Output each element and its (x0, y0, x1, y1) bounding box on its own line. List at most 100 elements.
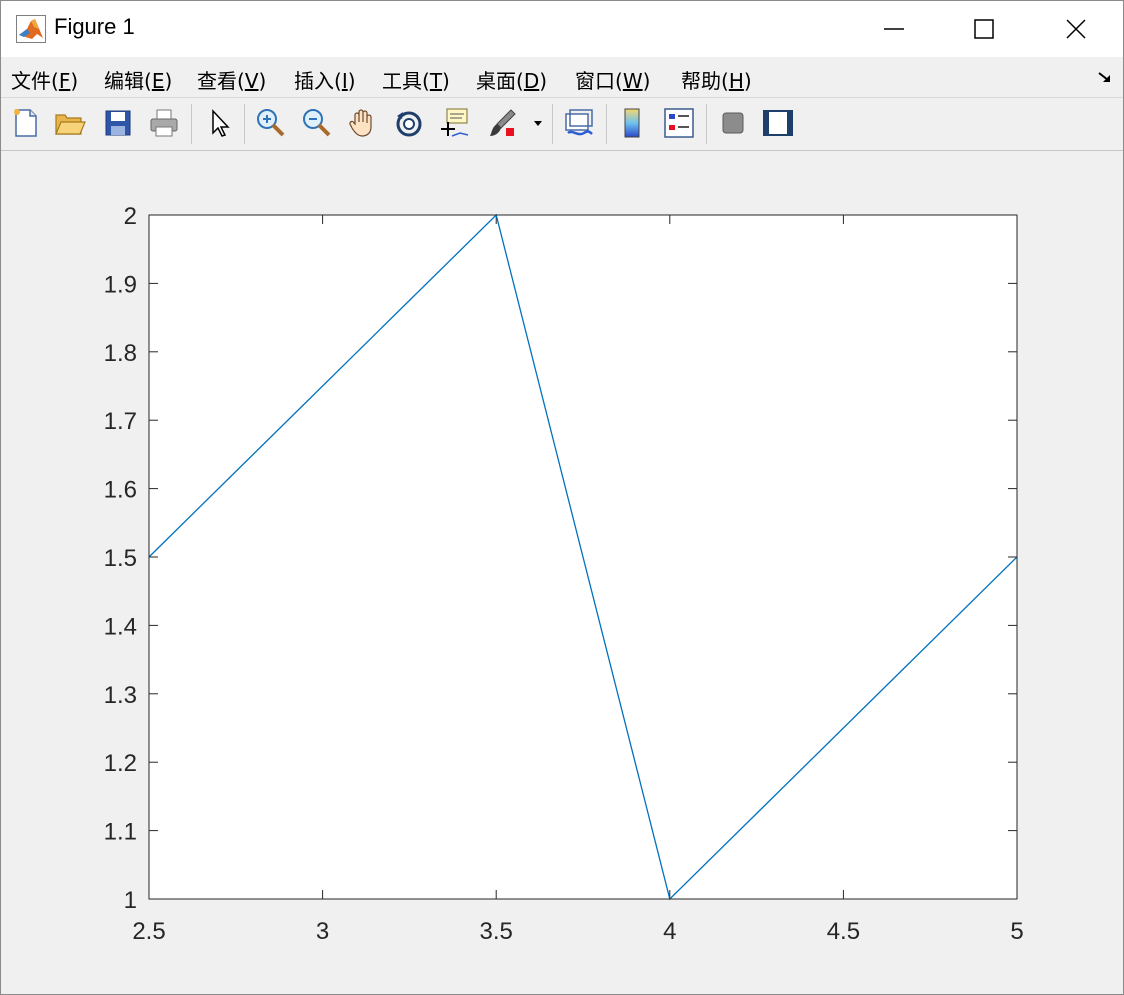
figure-toolbar (1, 98, 1123, 151)
window-title: Figure 1 (54, 14, 135, 39)
toolbar-separator (191, 104, 192, 144)
menu-insert[interactable]: 插入(I) (294, 65, 356, 94)
dock-arrow-icon[interactable] (1097, 70, 1113, 84)
legend-icon (664, 108, 694, 138)
link-plot-button[interactable] (562, 106, 596, 140)
brush-button[interactable] (486, 106, 520, 140)
figure-window: Figure 1 文件(F) 编辑(E) 查看(V) 插入(I) 工具(T) 桌… (0, 0, 1124, 995)
data-cursor-icon (441, 108, 469, 137)
menu-label: 工具( (382, 69, 430, 93)
zoom-out-icon (303, 109, 331, 137)
menu-label: 查看( (197, 69, 245, 93)
show-plot-tools-button[interactable] (761, 106, 795, 140)
menu-label: 编辑( (104, 69, 152, 93)
rotate-3d-icon (396, 111, 422, 137)
menu-label: 文件( (11, 69, 59, 93)
insert-legend-button[interactable] (662, 106, 696, 140)
menu-edit[interactable]: 编辑(E) (104, 65, 172, 94)
show-plot-tools-icon (763, 110, 793, 136)
print-icon (150, 109, 178, 137)
data-cursor-button[interactable] (438, 106, 472, 140)
menu-view[interactable]: 查看(V) (197, 65, 266, 94)
hide-plot-tools-button[interactable] (716, 106, 750, 140)
menu-label-end: ) (539, 69, 548, 93)
matlab-logo-icon (16, 15, 46, 43)
minimize-button[interactable] (871, 9, 917, 49)
title-bar[interactable]: Figure 1 (1, 1, 1123, 57)
menu-file[interactable]: 文件(F) (11, 65, 78, 94)
menu-label-end: ) (743, 69, 752, 93)
menu-desktop[interactable]: 桌面(D) (476, 65, 547, 94)
toolbar-separator (706, 104, 707, 144)
zoom-out-button[interactable] (300, 106, 334, 140)
x-tick-label: 4.5 (827, 918, 860, 945)
edit-plot-arrow-icon (212, 109, 230, 137)
dropdown-arrow-icon (534, 121, 542, 126)
menu-accelerator: H (728, 69, 744, 93)
toolbar-separator (552, 104, 553, 144)
save-icon (105, 110, 131, 136)
menu-window[interactable]: 窗口(W) (575, 65, 650, 94)
axes-plot[interactable]: 2.5 3 3.5 4 4.5 5 1 1.1 1.2 1.3 1.4 1.5 1.6 1.7 1.8 1.9… (1, 151, 1123, 994)
y-tick-label: 1.1 (104, 819, 137, 846)
menu-accelerator: D (523, 69, 540, 93)
y-tick-label: 1.7 (104, 408, 137, 435)
toolbar-separator (244, 104, 245, 144)
close-icon (1066, 19, 1086, 39)
pan-hand-icon (349, 109, 372, 137)
brush-dropdown-button[interactable] (528, 106, 548, 140)
y-tick-label: 1.2 (104, 750, 137, 777)
menu-label: 窗口( (575, 69, 623, 93)
zoom-in-button[interactable] (254, 106, 288, 140)
x-tick-label: 5 (1010, 918, 1023, 945)
menu-label: 桌面( (476, 69, 524, 93)
rotate-3d-button[interactable] (392, 106, 426, 140)
new-figure-icon (14, 109, 37, 137)
x-tick-label: 4 (663, 918, 676, 945)
zoom-in-icon (257, 109, 285, 137)
menu-accelerator: T (429, 69, 443, 93)
insert-colorbar-button[interactable] (616, 106, 650, 140)
print-button[interactable] (147, 106, 181, 140)
close-button[interactable] (1053, 9, 1099, 49)
y-tick-label: 1 (124, 887, 137, 914)
menu-label: 插入( (294, 69, 342, 93)
figure-canvas-area: 2.5 3 3.5 4 4.5 5 1 1.1 1.2 1.3 1.4 1.5 1.6 1.7 1.8 1.9… (1, 151, 1123, 994)
menu-label-end: ) (164, 69, 173, 93)
y-tick-label: 1.8 (104, 340, 137, 367)
maximize-button[interactable] (961, 9, 1007, 49)
y-tick-label: 1.6 (104, 477, 137, 504)
edit-plot-button[interactable] (204, 106, 238, 140)
save-button[interactable] (101, 106, 135, 140)
pan-button[interactable] (346, 106, 380, 140)
y-tick-label: 1.5 (104, 545, 137, 572)
menu-accelerator: V (244, 69, 259, 93)
colorbar-icon (624, 108, 640, 138)
open-file-icon (55, 114, 86, 135)
y-tick-label: 2 (124, 203, 137, 230)
menu-label-end: ) (70, 69, 79, 93)
y-tick-label: 1.4 (104, 613, 137, 640)
menu-label-end: ) (258, 69, 267, 93)
x-tick-label: 2.5 (132, 918, 165, 945)
menu-label-end: ) (347, 69, 356, 93)
maximize-icon (974, 19, 994, 39)
menu-bar: 文件(F) 编辑(E) 查看(V) 插入(I) 工具(T) 桌面(D) 窗口(W… (1, 57, 1123, 98)
new-figure-button[interactable] (9, 106, 43, 140)
menu-label-end: ) (642, 69, 651, 93)
menu-accelerator: E (151, 69, 165, 93)
menu-help[interactable]: 帮助(H) (681, 65, 752, 94)
menu-tools[interactable]: 工具(T) (382, 65, 450, 94)
brush-icon (490, 109, 516, 136)
y-tick-label: 1.3 (104, 682, 137, 709)
hide-plot-tools-icon (722, 112, 744, 134)
menu-accelerator: W (622, 69, 643, 93)
toolbar-separator (606, 104, 607, 144)
menu-accelerator: F (58, 69, 71, 93)
minimize-icon (884, 28, 904, 30)
menu-label-end: ) (442, 69, 450, 93)
x-tick-label: 3 (316, 918, 329, 945)
x-tick-label: 3.5 (480, 918, 513, 945)
y-tick-label: 1.9 (104, 271, 137, 298)
open-file-button[interactable] (53, 106, 87, 140)
